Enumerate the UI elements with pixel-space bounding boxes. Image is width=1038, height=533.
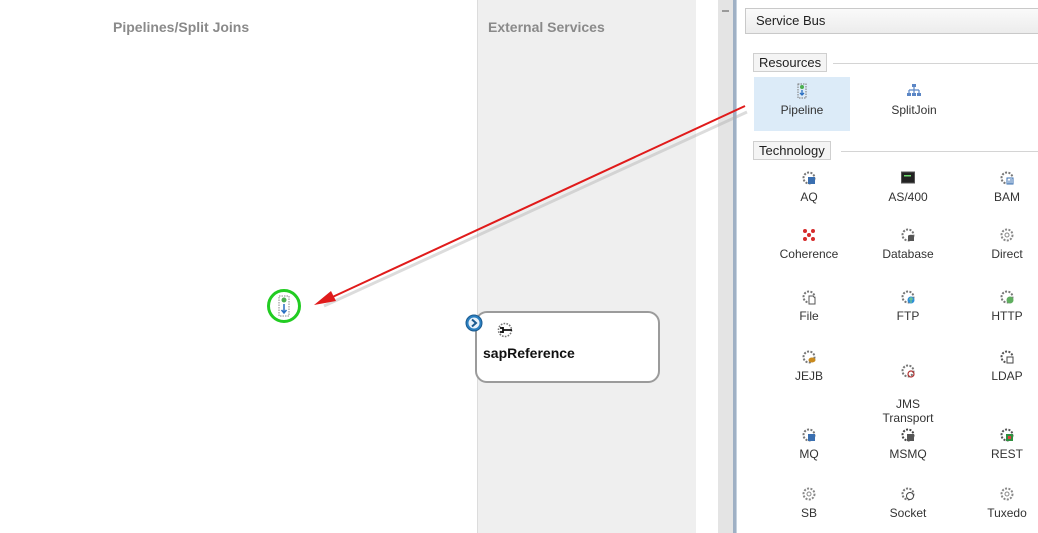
service-name: sapReference [483, 345, 575, 361]
palette-item-http[interactable]: HTTP [970, 289, 1038, 323]
sb-label: SB [800, 506, 817, 520]
pipeline-icon [797, 83, 807, 99]
coherence-icon [803, 229, 815, 241]
palette-item-aq[interactable]: AQ [772, 170, 846, 204]
direct-gear-icon [1000, 228, 1014, 242]
http-gear-icon [1000, 290, 1014, 304]
palette-item-pipeline[interactable]: Pipeline [754, 77, 850, 131]
database-gear-icon [901, 228, 915, 242]
palette-item-as400[interactable]: AS/400 [871, 170, 945, 204]
palette-item-database[interactable]: Database [871, 227, 945, 261]
bam-label: BAM [993, 190, 1020, 204]
database-label: Database [882, 247, 934, 261]
resources-section-header: Resources [753, 53, 828, 72]
as400-terminal-icon [901, 171, 915, 184]
jms-transport-label: JMS Transport [882, 397, 934, 425]
service-port-icon[interactable] [465, 314, 483, 332]
palette-item-splitjoin[interactable]: SplitJoin [877, 83, 951, 117]
palette-item-rest[interactable]: REST [970, 427, 1038, 461]
technology-section-header: Technology [753, 141, 831, 160]
socket-label: Socket [889, 506, 927, 520]
adapter-plug-icon [497, 322, 513, 338]
splitjoin-icon [907, 84, 921, 96]
mq-gear-icon [802, 428, 816, 442]
palette-item-ldap[interactable]: LDAP [970, 349, 1038, 383]
ftp-gear-icon [901, 290, 915, 304]
ldap-gear-icon [1000, 350, 1014, 364]
technology-section-rule [841, 151, 1038, 152]
palette-item-coherence[interactable]: Coherence [772, 227, 846, 261]
ldap-label: LDAP [991, 369, 1023, 383]
socket-gear-icon [901, 487, 915, 501]
aq-gear-icon [802, 171, 816, 185]
tuxedo-gear-icon [1000, 487, 1014, 501]
jejb-gear-icon [802, 350, 816, 364]
lane-spacer [696, 0, 718, 533]
direct-label: Direct [991, 247, 1023, 261]
splitjoin-label: SplitJoin [891, 103, 937, 117]
msmq-gear-icon [901, 428, 915, 442]
palette-splitter[interactable] [718, 0, 733, 533]
external-services-lane-title: External Services [488, 19, 605, 35]
palette-item-direct[interactable]: Direct [970, 227, 1038, 261]
pipelines-lane[interactable] [0, 0, 477, 533]
http-label: HTTP [991, 309, 1023, 323]
jejb-label: JEJB [794, 369, 823, 383]
pipeline-drop-target-icon[interactable] [266, 288, 302, 324]
palette-item-jejb[interactable]: JEJB [772, 349, 846, 383]
tuxedo-label: Tuxedo [987, 506, 1027, 520]
rest-gear-icon [1000, 428, 1014, 442]
file-gear-icon [802, 290, 816, 305]
palette-category-dropdown[interactable]: Service Bus [745, 8, 1038, 34]
msmq-label: MSMQ [889, 447, 927, 461]
palette-item-tuxedo[interactable]: Tuxedo [970, 486, 1038, 520]
jms-gear-icon [901, 364, 915, 378]
palette-item-socket[interactable]: Socket [871, 486, 945, 520]
external-services-lane[interactable] [477, 0, 697, 533]
palette-item-ftp[interactable]: FTP [871, 289, 945, 323]
sb-gear-icon [802, 487, 816, 501]
palette-item-msmq[interactable]: MSMQ [871, 427, 945, 461]
resources-section-rule [833, 63, 1038, 64]
rest-label: REST [990, 447, 1023, 461]
palette-item-file[interactable]: File [772, 289, 846, 323]
file-label: File [799, 309, 819, 323]
aq-label: AQ [800, 190, 818, 204]
palette-item-jms-transport[interactable]: JMS Transport [871, 349, 945, 425]
ftp-label: FTP [896, 309, 920, 323]
pipeline-label: Pipeline [780, 103, 824, 117]
mq-label: MQ [799, 447, 819, 461]
palette-item-sb[interactable]: SB [772, 486, 846, 520]
palette-item-bam[interactable]: BAM [970, 170, 1038, 204]
pipelines-lane-title: Pipelines/Split Joins [113, 19, 250, 35]
coherence-label: Coherence [779, 247, 839, 261]
palette-item-mq[interactable]: MQ [772, 427, 846, 461]
as400-label: AS/400 [888, 190, 928, 204]
bam-gear-icon [1000, 171, 1014, 185]
palette-category-label: Service Bus [756, 13, 826, 28]
